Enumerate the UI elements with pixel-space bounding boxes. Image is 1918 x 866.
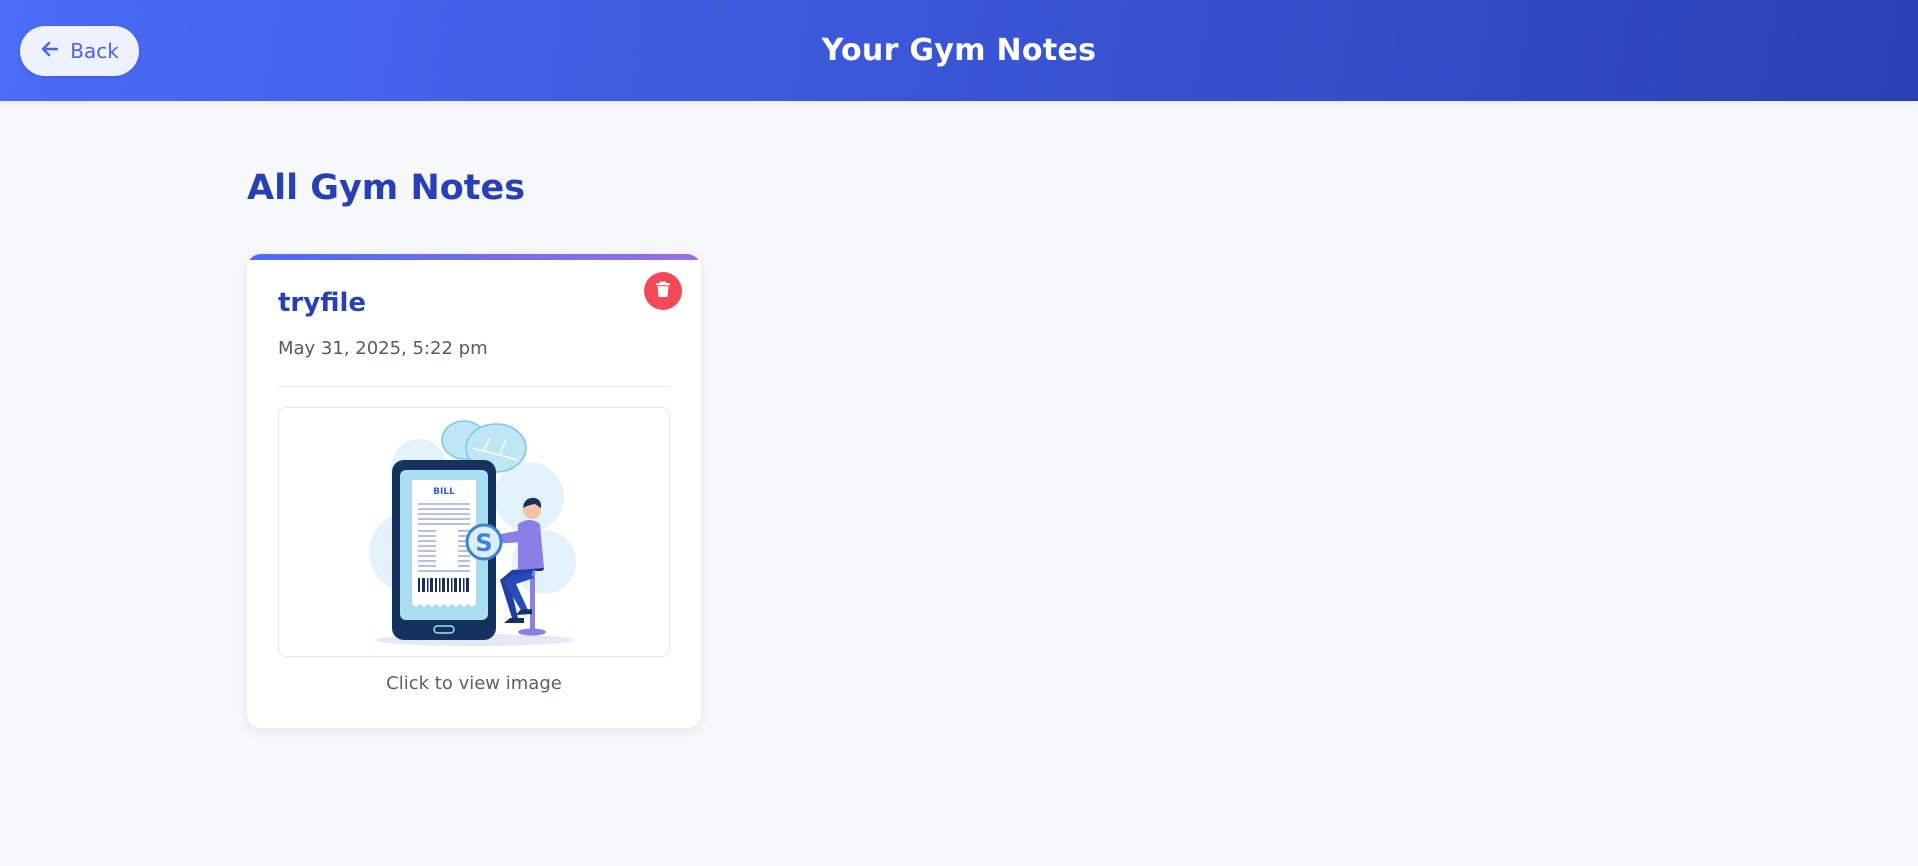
top-bar: Your Gym Notes Back [0, 0, 1918, 101]
trash-icon [654, 280, 672, 302]
person-torso [518, 520, 544, 570]
delete-note-button[interactable] [644, 272, 682, 310]
note-card: tryfile May 31, 2025, 5:22 pm BILL S Cli… [247, 254, 701, 728]
stool-base [518, 628, 546, 636]
back-button-label: Back [70, 39, 119, 63]
section-title: All Gym Notes [247, 168, 526, 208]
receipt-title: BILL [433, 487, 455, 497]
person-shoe-1 [504, 618, 524, 623]
view-image-caption[interactable]: Click to view image [247, 673, 701, 694]
person-shoe-2 [516, 609, 532, 615]
note-title: tryfile [278, 288, 367, 318]
coin-symbol: S [475, 529, 492, 557]
back-button[interactable]: Back [20, 26, 139, 76]
page-title: Your Gym Notes [821, 33, 1097, 68]
card-accent-bar [247, 254, 701, 260]
card-divider [278, 386, 670, 387]
bill-illustration: BILL S [369, 420, 576, 646]
note-image-thumbnail[interactable]: BILL S [278, 407, 670, 657]
note-date: May 31, 2025, 5:22 pm [278, 338, 488, 359]
arrow-left-icon [40, 39, 60, 64]
